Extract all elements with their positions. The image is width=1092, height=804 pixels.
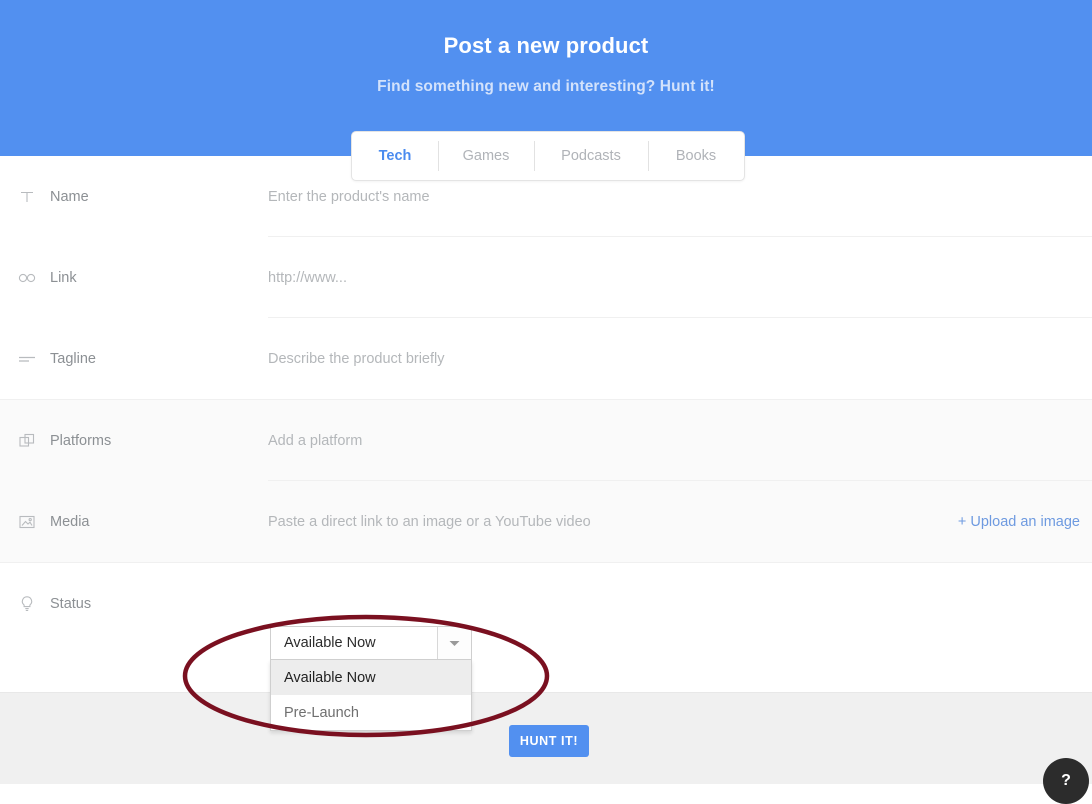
form-footer: HUNT IT! xyxy=(0,692,1092,784)
media-input[interactable]: Paste a direct link to an image or a You… xyxy=(268,514,962,530)
form-row-tagline: Tagline Describe the product briefly xyxy=(0,318,1092,399)
form-row-platforms: Platforms Add a platform xyxy=(0,400,1092,481)
form-label-name: Name xyxy=(50,188,89,205)
form-label-link: Link xyxy=(50,269,77,286)
status-select-menu: Available Now Pre-Launch xyxy=(270,660,472,731)
tab-tech-label: Tech xyxy=(378,148,412,164)
form-group-secondary: Platforms Add a platform Media Paste a d… xyxy=(0,399,1092,563)
status-option-pre-launch-label: Pre-Launch xyxy=(284,704,359,721)
tab-tech[interactable]: Tech xyxy=(352,132,438,180)
form-label-status: Status xyxy=(50,595,92,612)
hunt-it-submit-button[interactable]: HUNT IT! xyxy=(509,725,589,757)
form-label-tagline: Tagline xyxy=(50,350,96,367)
media-icon xyxy=(16,511,38,533)
link-icon xyxy=(16,267,38,289)
post-product-form: Name Enter the product's name Link http:… xyxy=(0,156,1092,644)
tab-books[interactable]: Books xyxy=(648,132,744,180)
platforms-input[interactable]: Add a platform xyxy=(268,433,962,449)
help-button-label: ? xyxy=(1061,772,1071,789)
page-subtitle: Find something new and interesting? Hunt… xyxy=(377,78,715,95)
form-label-platforms: Platforms xyxy=(50,432,112,449)
category-tabbar: Tech Games Podcasts Books xyxy=(351,131,745,181)
form-group-status: Status xyxy=(0,563,1092,644)
status-select: Available Now Available Now Pre-Launch xyxy=(270,626,472,731)
platforms-icon xyxy=(16,430,38,452)
status-option-available-now[interactable]: Available Now xyxy=(271,660,471,695)
link-input[interactable]: http://www... xyxy=(268,270,962,286)
form-row-status: Status xyxy=(0,563,1092,644)
tagline-icon xyxy=(16,348,38,370)
chevron-down-icon[interactable] xyxy=(437,627,471,659)
upload-image-link[interactable]: + Upload an image xyxy=(958,514,1080,530)
form-row-link: Link http://www... xyxy=(0,237,1092,318)
status-select-value: Available Now xyxy=(284,635,376,651)
form-group-primary: Name Enter the product's name Link http:… xyxy=(0,156,1092,399)
name-input[interactable]: Enter the product's name xyxy=(268,189,962,205)
status-select-trigger[interactable]: Available Now xyxy=(270,626,472,660)
tab-podcasts-label: Podcasts xyxy=(561,148,621,164)
tagline-input[interactable]: Describe the product briefly xyxy=(268,351,962,367)
lightbulb-icon xyxy=(16,593,38,615)
help-button[interactable]: ? xyxy=(1043,758,1089,804)
tab-games[interactable]: Games xyxy=(438,132,534,180)
tab-podcasts[interactable]: Podcasts xyxy=(534,132,648,180)
tab-games-label: Games xyxy=(462,148,510,164)
text-format-icon xyxy=(16,186,38,208)
status-option-pre-launch[interactable]: Pre-Launch xyxy=(271,695,471,730)
tab-books-label: Books xyxy=(675,148,717,164)
page-title: Post a new product xyxy=(443,33,649,58)
form-row-media: Media Paste a direct link to an image or… xyxy=(0,481,1092,562)
status-option-available-now-label: Available Now xyxy=(284,669,376,686)
form-label-media: Media xyxy=(50,513,90,530)
